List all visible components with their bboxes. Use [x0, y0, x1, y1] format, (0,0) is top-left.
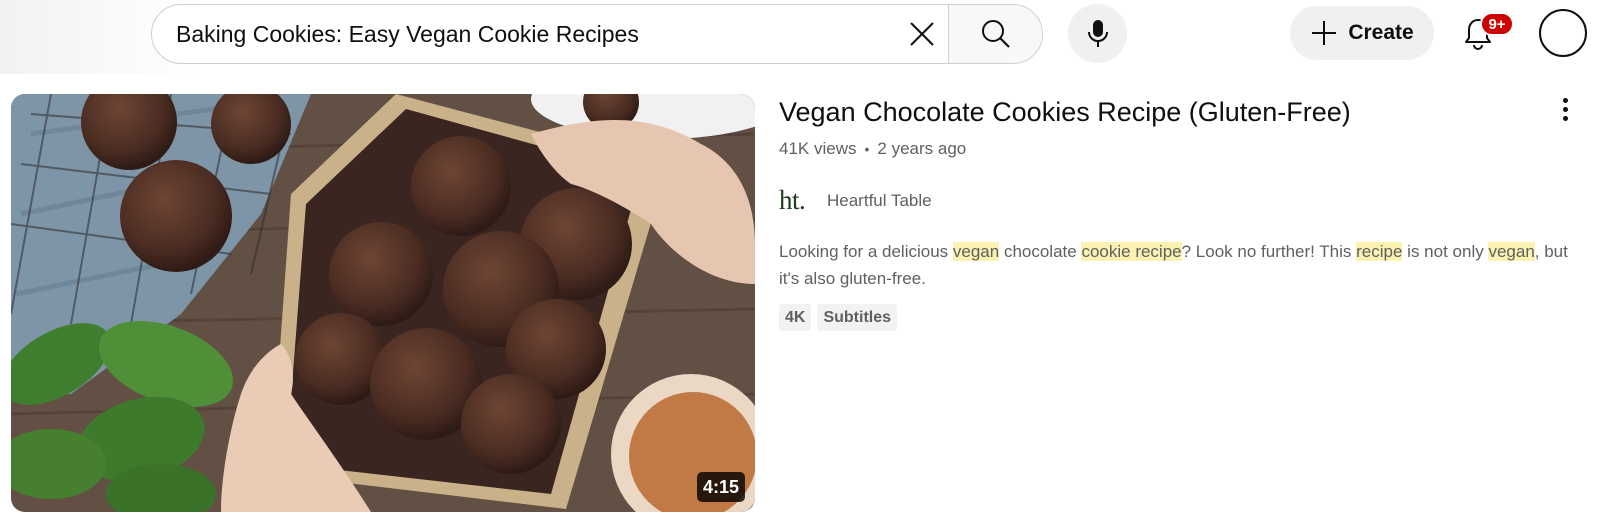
view-count: 41K views [779, 139, 857, 158]
video-title[interactable]: Vegan Chocolate Cookies Recipe (Gluten-F… [779, 94, 1579, 130]
description-highlight: cookie recipe [1081, 242, 1182, 261]
top-bar: Create 9+ [0, 0, 1600, 74]
search-button[interactable] [948, 5, 1042, 63]
clear-search-button[interactable] [896, 5, 948, 63]
meta-separator: • [864, 141, 870, 157]
video-info: Vegan Chocolate Cookies Recipe (Gluten-F… [779, 94, 1579, 331]
video-description: Looking for a delicious vegan chocolate … [779, 238, 1589, 292]
description-text: is not only [1402, 242, 1489, 261]
description-text: chocolate [999, 242, 1082, 261]
video-badges: 4K Subtitles [779, 304, 1579, 331]
description-highlight: recipe [1356, 242, 1403, 261]
thumbnail-image [11, 94, 755, 512]
badge-4k: 4K [779, 304, 812, 331]
search-icon [981, 20, 1010, 48]
more-actions-button[interactable] [1553, 94, 1577, 124]
notification-count-badge: 9+ [1480, 12, 1514, 36]
create-label: Create [1348, 21, 1414, 44]
description-highlight: vegan [1488, 242, 1535, 261]
more-vertical-icon [1562, 97, 1568, 103]
search-input[interactable] [152, 5, 896, 63]
close-icon [910, 22, 934, 46]
plus-icon [1312, 21, 1337, 45]
microphone-icon [1087, 19, 1108, 47]
search-box [151, 4, 1043, 64]
description-text: Looking for a delicious [779, 242, 953, 261]
avatar[interactable] [1539, 9, 1587, 57]
video-duration: 4:15 [696, 472, 745, 502]
upload-age: 2 years ago [877, 139, 967, 158]
channel-link[interactable]: ht. Heartful Table [779, 185, 1579, 216]
description-text: ? Look no further! This [1181, 242, 1357, 261]
create-button[interactable]: Create [1290, 6, 1434, 60]
description-highlight: vegan [952, 242, 1000, 261]
badge-subtitles: Subtitles [817, 304, 898, 331]
channel-logo: ht. [779, 185, 806, 215]
channel-name: Heartful Table [827, 190, 932, 210]
more-vertical-icon [1562, 115, 1568, 121]
video-thumbnail[interactable]: 4:15 [11, 94, 755, 512]
video-meta: 41K views • 2 years ago [779, 139, 1579, 159]
voice-search-button[interactable] [1068, 4, 1127, 63]
more-vertical-icon [1562, 106, 1568, 112]
